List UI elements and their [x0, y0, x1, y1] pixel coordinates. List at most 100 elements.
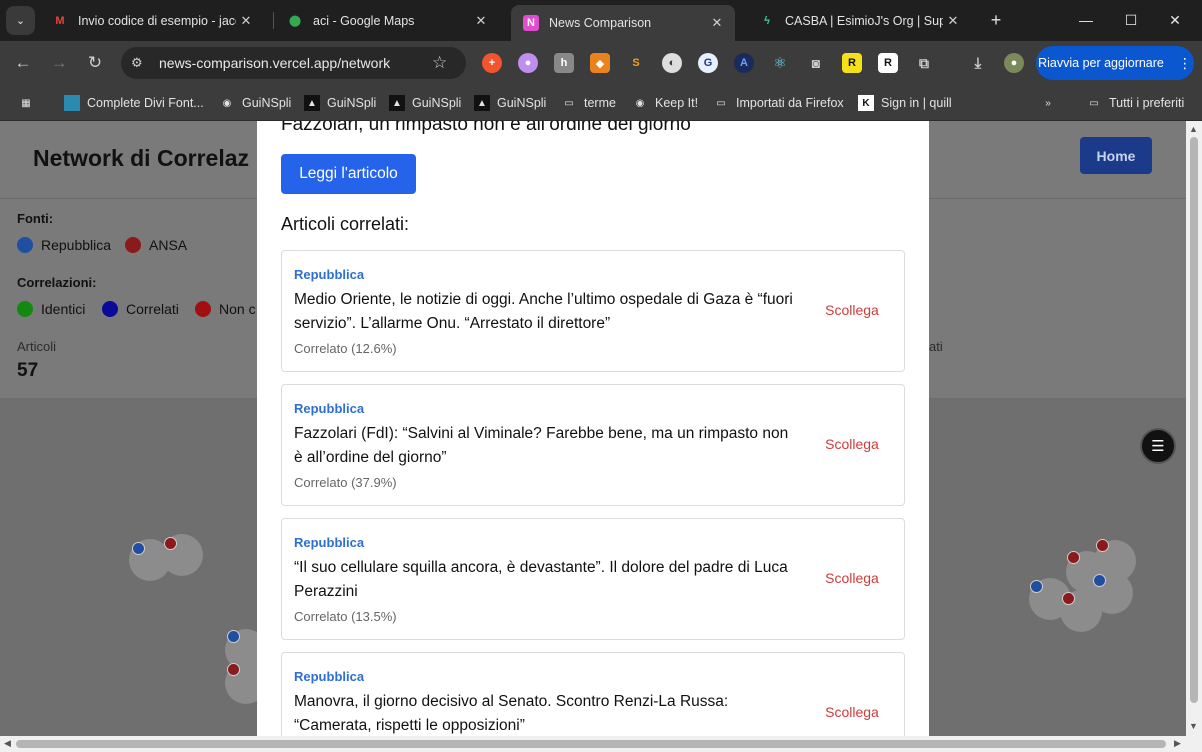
extension-icon[interactable]: S	[626, 53, 646, 73]
metamask-icon[interactable]: ◆	[590, 53, 610, 73]
related-article-source: Repubblica	[294, 669, 365, 684]
url-text[interactable]: news-comparison.vercel.app/network	[159, 55, 432, 71]
bookmark-item[interactable]: ◉ Keep It!	[632, 93, 698, 113]
avatar[interactable]: ●	[1004, 53, 1024, 73]
arrow-left-icon: ←	[14, 53, 32, 72]
address-bar[interactable]: ⚙ news-comparison.vercel.app/network ☆	[121, 47, 466, 79]
graph-node-marker	[1030, 580, 1043, 593]
bookmark-item[interactable]: K Sign in | quill	[858, 93, 952, 113]
graph-node-marker	[164, 537, 177, 550]
legend-dot	[17, 237, 33, 253]
tab-gmail[interactable]: M Invio codice di esempio - jacop ✕	[40, 6, 264, 35]
legend-label: ANSA	[149, 237, 188, 253]
site-settings-icon[interactable]: ⚙	[131, 55, 149, 71]
bookmark-item[interactable]: ▲ GuiNSpli	[389, 93, 461, 113]
folder-icon: ▭	[564, 97, 574, 109]
chevron-down-icon: ⌄	[15, 15, 26, 27]
graph-node-marker	[227, 630, 240, 643]
horizontal-scrollbar[interactable]: ◀ ▶	[0, 736, 1202, 752]
bookmark-favicon-icon	[64, 95, 80, 111]
correlations-label: Correlazioni:	[17, 275, 97, 290]
bookmark-item[interactable]: ◉ GuiNSpli	[219, 93, 292, 113]
close-window-button[interactable]: ✕	[1162, 8, 1188, 32]
react-icon[interactable]: ⚛	[770, 53, 790, 73]
bookmark-item[interactable]: ▲ GuiNSpli	[304, 93, 376, 113]
back-button[interactable]: ←	[11, 51, 35, 75]
extension-icon[interactable]: G	[698, 53, 718, 73]
close-icon[interactable]: ✕	[943, 13, 963, 29]
legend-dot	[195, 301, 211, 317]
bookmark-item[interactable]: ▲ GuiNSpli	[474, 93, 546, 113]
bookmark-label: Keep It!	[655, 96, 699, 110]
articles-stat-label: Articoli	[17, 339, 57, 354]
legend-label: Repubblica	[41, 237, 112, 253]
scroll-right-icon[interactable]: ▶	[1174, 738, 1181, 749]
bookmark-item[interactable]: Complete Divi Font...	[64, 93, 204, 113]
unlink-button[interactable]: Scollega	[812, 704, 892, 720]
bookmark-star-icon[interactable]: ☆	[432, 53, 454, 73]
filter-button[interactable]: ☰	[1140, 428, 1176, 464]
extension-icon[interactable]: h	[554, 53, 574, 73]
scrollbar-thumb[interactable]	[16, 740, 1166, 748]
read-article-button[interactable]: Leggi l'articolo	[281, 154, 416, 194]
home-button[interactable]: Home	[1080, 137, 1152, 174]
unlink-button[interactable]: Scollega	[812, 570, 892, 586]
tab-maps[interactable]: ⬤ aci - Google Maps ✕	[275, 6, 499, 35]
unlink-button[interactable]: Scollega	[812, 302, 892, 318]
legend-dot	[17, 301, 33, 317]
update-button[interactable]: Riavvia per aggiornare ⋮	[1036, 46, 1194, 80]
extensions-puzzle-icon[interactable]: ⧉	[914, 53, 934, 73]
bookmarks-overflow-button[interactable]: »	[1040, 93, 1063, 113]
bookmark-folder[interactable]: ▭ Tutti i preferiti	[1072, 93, 1184, 113]
bookmark-favicon-icon: ▲	[389, 95, 405, 111]
extension-icon[interactable]: ●	[518, 53, 538, 73]
stat-label-fragment: ati	[929, 339, 943, 354]
modal-article-title: Fazzolari, un rimpasto non è all’ordine …	[281, 121, 691, 135]
related-article-source: Repubblica	[294, 267, 365, 282]
extension-icon[interactable]: A	[734, 53, 754, 73]
camera-icon[interactable]: ◙	[806, 53, 826, 73]
scrollbar-thumb[interactable]	[1190, 137, 1198, 703]
bookmark-folder[interactable]: ▭ terme	[561, 93, 616, 113]
vertical-scrollbar[interactable]: ▲ ▼	[1186, 121, 1202, 736]
tab-news-comparison[interactable]: N News Comparison ✕	[511, 5, 735, 41]
unlink-button[interactable]: Scollega	[812, 436, 892, 452]
related-article-title: Manovra, il giorno decisivo al Senato. S…	[294, 693, 729, 734]
folder-icon: ▭	[716, 97, 726, 109]
close-icon[interactable]: ✕	[471, 13, 491, 29]
scroll-down-icon[interactable]: ▼	[1189, 721, 1198, 731]
minimize-button[interactable]: —	[1073, 8, 1099, 32]
legend-label: Identici	[41, 301, 86, 317]
related-article-title: “Il suo cellulare squilla ancora, è deva…	[294, 559, 788, 600]
tab-search-button[interactable]: ⌄	[6, 6, 35, 35]
apps-button[interactable]: ▦	[18, 93, 41, 113]
tab-title: Invio codice di esempio - jacop	[78, 13, 236, 28]
new-tab-button[interactable]: +	[984, 9, 1008, 33]
article-modal: Fazzolari, un rimpasto non è all’ordine …	[257, 121, 929, 736]
extension-icon[interactable]: R	[842, 53, 862, 73]
tab-supabase[interactable]: ϟ CASBA | EsimioJ's Org | Supaba ✕	[747, 6, 971, 35]
close-icon[interactable]: ✕	[707, 15, 727, 31]
related-article-source: Repubblica	[294, 401, 365, 416]
bookmark-label: Complete Divi Font...	[87, 96, 204, 110]
tab-title: CASBA | EsimioJ's Org | Supaba	[785, 13, 943, 28]
close-icon[interactable]: ✕	[236, 13, 256, 29]
related-article-correlation: Correlato (12.6%)	[294, 341, 397, 356]
graph-node-marker	[1067, 551, 1080, 564]
scroll-up-icon[interactable]: ▲	[1189, 124, 1198, 134]
extension-icon[interactable]: +	[482, 53, 502, 73]
related-article-title: Medio Oriente, le notizie di oggi. Anche…	[294, 291, 793, 332]
extension-icon[interactable]: ◐	[662, 53, 682, 73]
scroll-left-icon[interactable]: ◀	[4, 738, 11, 749]
filter-icon: ☰	[1151, 438, 1165, 455]
maximize-button[interactable]: ☐	[1118, 8, 1144, 32]
related-article-title: Fazzolari (FdI): “Salvini al Viminale? F…	[294, 425, 789, 466]
download-icon[interactable]: ⤓	[968, 53, 988, 73]
bookmark-folder[interactable]: ▭ Importati da Firefox	[713, 93, 843, 113]
graph-node-marker	[1093, 574, 1106, 587]
bookmarks-bar: ▦ Complete Divi Font... ◉ GuiNSpli ▲ GuiNS…	[0, 85, 1202, 121]
forward-button[interactable]: →	[47, 51, 71, 75]
reload-button[interactable]: ↻	[83, 51, 107, 75]
legend-label: Correlati	[126, 301, 179, 317]
extension-icon[interactable]: R	[878, 53, 898, 73]
